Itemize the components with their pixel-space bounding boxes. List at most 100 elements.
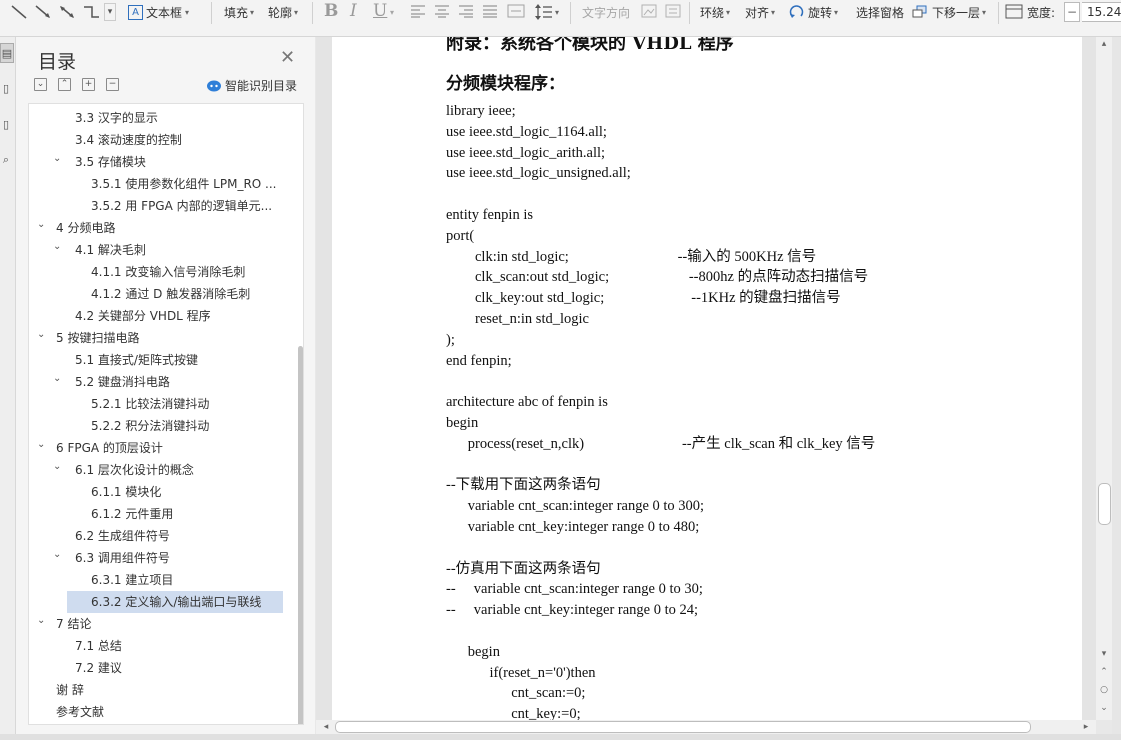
close-icon[interactable]: ✕ — [280, 47, 295, 68]
toc-item[interactable]: 6.1.2 元件重用 — [29, 503, 299, 525]
expand-chevron-icon[interactable]: ⌄ — [53, 459, 61, 478]
toc-item[interactable]: 4.1.2 通过 D 触发器消除毛刺 — [29, 283, 299, 305]
toc-item[interactable]: 5.2.1 比较法消键抖动 — [29, 393, 299, 415]
expand-chevron-icon[interactable]: ⌄ — [53, 239, 61, 258]
toc-item[interactable]: ⌄ 5.2 键盘消抖电路 — [29, 371, 299, 393]
expand-chevron-icon[interactable]: ⌄ — [37, 613, 45, 632]
scroll-left-icon[interactable]: ◂ — [318, 720, 334, 734]
vertical-scroll-thumb[interactable] — [1098, 483, 1111, 525]
wrap-button[interactable]: 环绕 ▾ — [700, 0, 730, 24]
line-tool-icon[interactable] — [10, 4, 28, 20]
width-decrease-button[interactable]: − — [1064, 2, 1080, 22]
toc-item[interactable]: ⌄ 3.5 存储模块 — [29, 151, 299, 173]
justify-icon[interactable] — [482, 4, 498, 18]
toc-item[interactable]: 3.5.2 用 FPGA 内部的逻辑单元... — [29, 195, 299, 217]
toc-item[interactable]: 3.4 滚动速度的控制 — [29, 129, 299, 151]
toc-item[interactable]: 5.1 直接式/矩阵式按键 — [29, 349, 299, 371]
toc-item[interactable]: ⌄ 6.3 调用组件符号 — [29, 547, 299, 569]
scroll-right-icon[interactable]: ▸ — [1078, 720, 1094, 734]
toc-item-label: 6.1.2 元件重用 — [91, 507, 174, 521]
toc-item[interactable]: ⌄ 6.1 层次化设计的概念 — [29, 459, 299, 481]
select-browse-icon[interactable]: ○ — [1096, 683, 1112, 697]
remove-heading-icon[interactable]: − — [106, 78, 119, 91]
expand-up-icon[interactable]: ⌃ — [58, 78, 71, 91]
toc-item[interactable]: 4.1.1 改变输入信号消除毛刺 — [29, 261, 299, 283]
toc-panel-toggle-icon[interactable]: ▤ — [0, 43, 14, 63]
toc-item[interactable]: 4.2 关键部分 VHDL 程序 — [29, 305, 299, 327]
toc-item[interactable]: 7.2 建议 — [29, 657, 299, 679]
collapse-all-icon[interactable]: ⌄ — [34, 78, 47, 91]
toc-panel: 目录 ✕ ⌄ ⌃ + − 智能识别目录 3.3 汉字的显示 3.4 滚动速度的控制… — [16, 37, 315, 740]
align-left-icon[interactable] — [410, 4, 426, 18]
toc-item[interactable]: 谢 辞 — [29, 679, 299, 701]
vertical-scrollbar[interactable]: ▴ ▾ ⌃ ○ ⌄ — [1096, 37, 1112, 720]
outline-button[interactable]: 轮廓 ▾ — [268, 0, 298, 24]
expand-chevron-icon[interactable]: ⌄ — [53, 151, 61, 170]
underline-dropdown[interactable]: ▾ — [390, 0, 394, 24]
expand-chevron-icon[interactable]: ⌄ — [37, 437, 45, 456]
text-picture-icon[interactable] — [641, 4, 657, 18]
document-page[interactable]: 附录：系统各个模块的 VHDL 程序 分频模块程序： library ieee;… — [332, 37, 1082, 727]
selection-pane-button[interactable]: 选择窗格 — [856, 4, 904, 20]
bookmark-panel-icon[interactable]: ▯ — [0, 115, 12, 133]
scroll-down-icon[interactable]: ▾ — [1096, 647, 1112, 661]
smart-toc-button[interactable]: 智能识别目录 — [207, 77, 297, 94]
toc-item[interactable]: 6.2 生成组件符号 — [29, 525, 299, 547]
align-center-icon[interactable] — [434, 4, 450, 18]
toc-item[interactable]: 6.3.1 建立项目 — [29, 569, 299, 591]
toc-item[interactable]: 5.2.2 积分法消键抖动 — [29, 415, 299, 437]
toc-item[interactable]: ⌄ 4 分频电路 — [29, 217, 299, 239]
fill-button[interactable]: 填充 ▾ — [224, 0, 254, 24]
fill-label: 填充 — [224, 5, 249, 20]
toc-item[interactable]: 3.5.1 使用参数化组件 LPM_RO ... — [29, 173, 299, 195]
arrow-tool-icon[interactable] — [34, 4, 52, 20]
toc-item[interactable]: 6.1.1 模块化 — [29, 481, 299, 503]
toc-item-label: 5.1 直接式/矩阵式按键 — [75, 353, 198, 367]
bold-button[interactable]: B — [324, 1, 338, 21]
code-line: clk_scan:out std_logic; --800hz 的点阵动态扫描信… — [446, 269, 869, 286]
prev-page-icon[interactable]: ⌃ — [1096, 665, 1112, 679]
expand-chevron-icon[interactable]: ⌄ — [53, 371, 61, 390]
line-spacing-dropdown[interactable]: ▾ — [555, 0, 559, 24]
chevron-down-icon: ▾ — [294, 7, 299, 17]
shapes-more-button[interactable]: ▾ — [104, 3, 116, 21]
toc-item[interactable]: ⌄ 5 按键扫描电路 — [29, 327, 299, 349]
horizontal-scrollbar[interactable]: ◂ ▸ — [316, 720, 1096, 734]
align-right-icon[interactable] — [458, 4, 474, 18]
section-heading: 分频模块程序： — [446, 74, 565, 94]
toc-item[interactable]: 3.3 汉字的显示 — [29, 107, 299, 129]
textbox-button[interactable]: A 文本框 ▾ — [128, 0, 189, 24]
rotate-icon — [789, 5, 804, 18]
next-page-icon[interactable]: ⌄ — [1096, 701, 1112, 715]
scroll-up-icon[interactable]: ▴ — [1096, 37, 1112, 51]
align-button[interactable]: 对齐 ▾ — [745, 0, 775, 24]
add-heading-icon[interactable]: + — [82, 78, 95, 91]
width-input[interactable]: 15.24 — [1082, 2, 1121, 22]
horizontal-scroll-thumb[interactable] — [335, 721, 1031, 733]
distribute-icon[interactable] — [507, 4, 525, 18]
send-backward-button[interactable]: 下移一层 ▾ — [912, 0, 986, 24]
toc-item[interactable]: ⌄ 6 FPGA 的顶层设计 — [29, 437, 299, 459]
double-arrow-tool-icon[interactable] — [58, 4, 76, 20]
expand-chevron-icon[interactable]: ⌄ — [53, 547, 61, 566]
expand-chevron-icon[interactable]: ⌄ — [37, 217, 45, 236]
elbow-connector-icon[interactable] — [82, 4, 100, 20]
expand-chevron-icon[interactable]: ⌄ — [37, 327, 45, 346]
toc-item[interactable]: 7.1 总结 — [29, 635, 299, 657]
rotate-button[interactable]: 旋转 ▾ — [789, 0, 838, 24]
text-align-box-icon[interactable] — [665, 4, 681, 18]
toolbar-divider — [211, 2, 212, 24]
nav-panel-icon[interactable]: ▯ — [0, 79, 12, 97]
chevron-down-icon: ▾ — [771, 7, 776, 17]
italic-button[interactable]: I — [350, 1, 357, 21]
text-direction-button[interactable]: 文字方向 — [582, 0, 630, 24]
toc-item-selected[interactable]: 6.3.2 定义输入/输出端口与联线 — [67, 591, 283, 613]
status-bar — [0, 734, 1121, 740]
toc-item[interactable]: ⌄ 4.1 解决毛刺 — [29, 239, 299, 261]
search-icon[interactable]: ⌕ — [0, 151, 12, 169]
underline-button[interactable]: U — [373, 1, 387, 21]
toc-item[interactable]: ⌄ 7 结论 — [29, 613, 299, 635]
line-spacing-icon[interactable] — [535, 4, 553, 20]
toc-item-label: 4.1.1 改变输入信号消除毛刺 — [91, 265, 246, 279]
toc-item[interactable]: 参考文献 — [29, 701, 299, 723]
